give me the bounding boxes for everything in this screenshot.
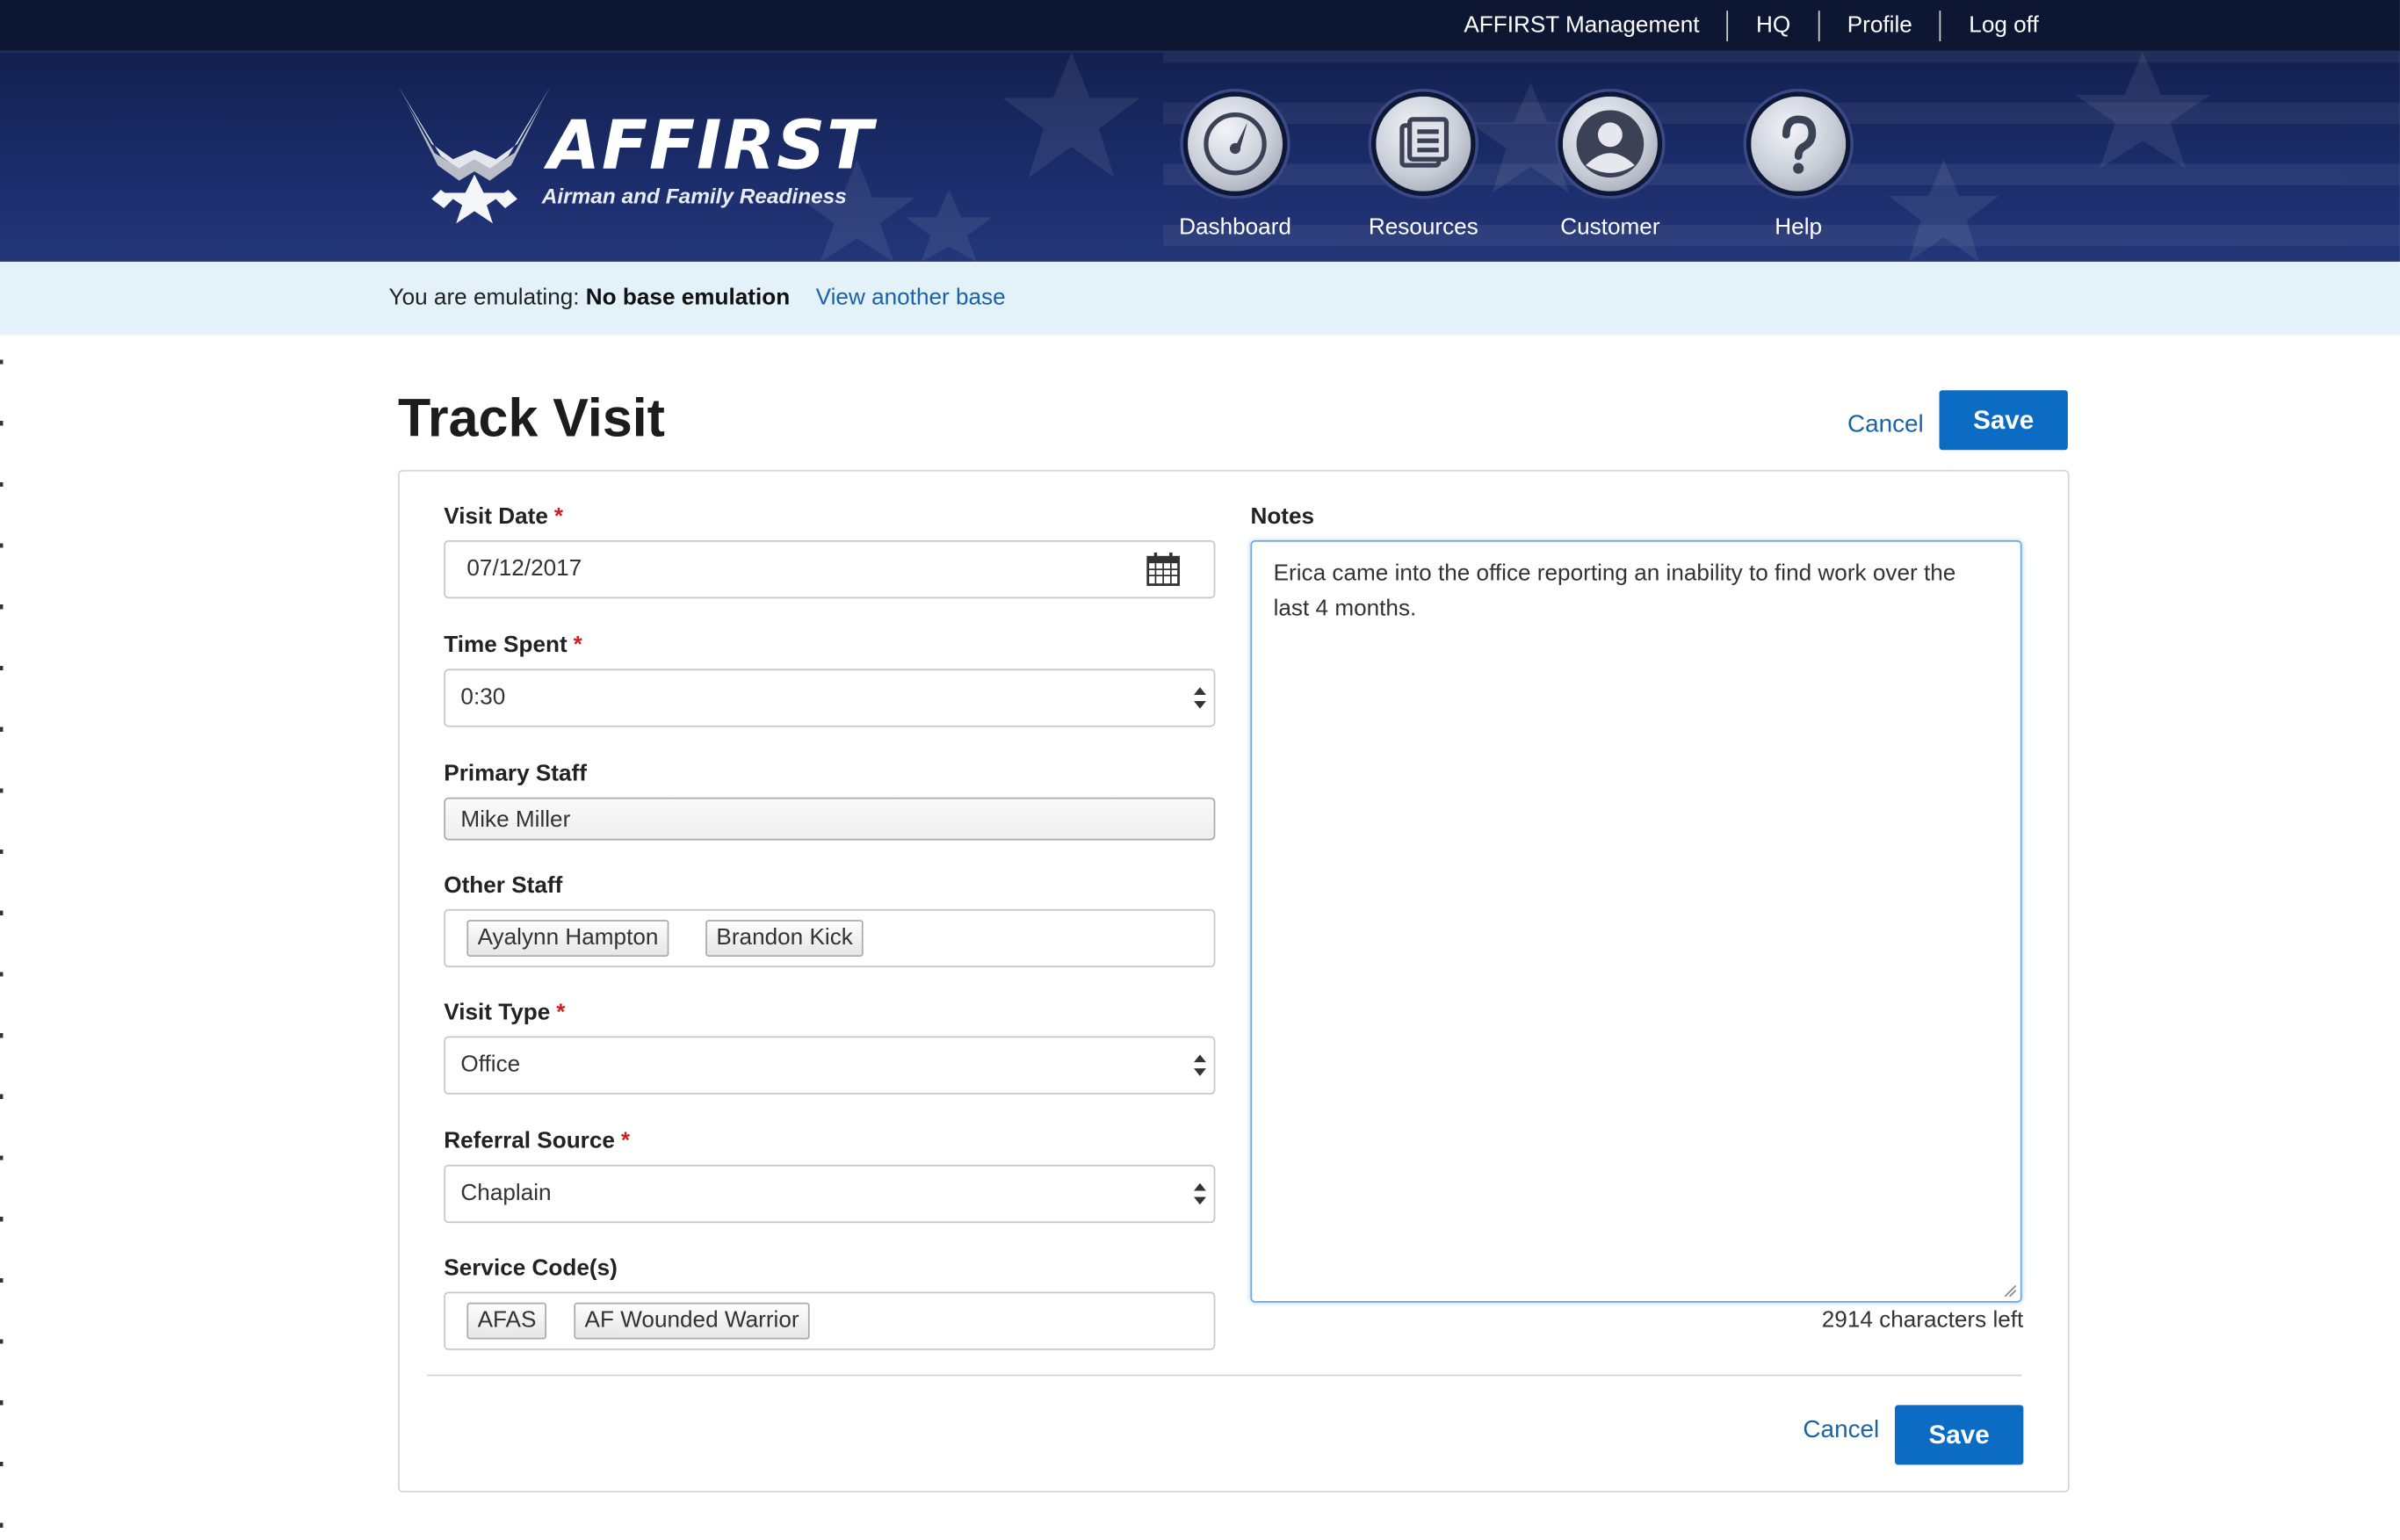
service-codes-label: Service Code(s): [444, 1254, 618, 1282]
nav-resources[interactable]: Resources: [1347, 91, 1500, 241]
nav-label: Customer: [1560, 213, 1660, 241]
nav-customer[interactable]: Customer: [1534, 91, 1687, 241]
save-button-top[interactable]: Save: [1939, 390, 2068, 451]
primary-staff-field[interactable]: Mike Miller: [444, 797, 1216, 841]
nav-label: Help: [1775, 213, 1823, 241]
calendar-icon[interactable]: [1146, 552, 1180, 586]
emulation-value: No base emulation: [585, 285, 791, 311]
visit-type-select[interactable]: Office: [444, 1036, 1216, 1095]
service-codes-field[interactable]: AFAS AF Wounded Warrior: [444, 1291, 1216, 1350]
track-visit-form: Visit Date * 07/12/2017 Time Spent * 0:30 …: [397, 469, 2070, 1493]
left-edge-artifact: [0, 359, 4, 1540]
question-icon: [1746, 91, 1851, 197]
utility-link-profile[interactable]: Profile: [1819, 12, 1940, 39]
brand-name: AFFIRST: [547, 106, 875, 185]
other-staff-field[interactable]: Ayalynn Hampton Brandon Kick: [444, 908, 1216, 968]
documents-icon: [1371, 91, 1476, 197]
select-arrows-icon: [1193, 1182, 1206, 1205]
utility-separator: [1818, 10, 1820, 41]
notes-label: Notes: [1250, 503, 1315, 530]
form-divider: [427, 1374, 2022, 1377]
service-code-tag[interactable]: AFAS: [466, 1302, 547, 1340]
nav-help[interactable]: Help: [1722, 91, 1875, 241]
view-another-base-link[interactable]: View another base: [816, 285, 1006, 311]
page-title: Track Visit: [397, 388, 666, 449]
resize-handle-icon[interactable]: [2004, 1284, 2018, 1298]
utility-bar: AFFIRST Management HQ Profile Log off: [0, 0, 2400, 53]
cancel-link-bottom[interactable]: Cancel: [1803, 1417, 1879, 1444]
visit-type-label: Visit Type *: [444, 999, 566, 1026]
referral-source-select[interactable]: Chaplain: [444, 1164, 1216, 1224]
visit-type-value: Office: [460, 1051, 521, 1078]
visit-date-value: 07/12/2017: [466, 555, 582, 582]
save-button-bottom[interactable]: Save: [1894, 1405, 2024, 1465]
nav-dashboard[interactable]: Dashboard: [1159, 91, 1312, 241]
select-arrows-icon: [1193, 1054, 1206, 1076]
notes-text: Erica came into the office reporting an …: [1273, 560, 1956, 622]
header-banner: AFFIRST Airman and Family Readiness Dash…: [0, 52, 2400, 262]
utility-link-affirst-management[interactable]: AFFIRST Management: [1436, 12, 1727, 39]
select-arrows-icon: [1193, 687, 1206, 709]
characters-left: 2914 characters left: [1821, 1306, 2024, 1334]
visit-date-label: Visit Date *: [444, 503, 564, 530]
notes-textarea[interactable]: Erica came into the office reporting an …: [1250, 540, 2022, 1303]
cancel-link-top[interactable]: Cancel: [1847, 412, 1924, 439]
affirst-logo[interactable]: AFFIRST Airman and Family Readiness: [395, 83, 872, 235]
utility-link-log-off[interactable]: Log off: [1941, 12, 2038, 39]
gauge-icon: [1182, 91, 1288, 197]
utility-link-hq[interactable]: HQ: [1729, 12, 1818, 39]
staff-tag[interactable]: Ayalynn Hampton: [466, 920, 669, 957]
primary-staff-value: Mike Miller: [460, 806, 571, 833]
utility-nav: AFFIRST Management HQ Profile Log off: [1436, 0, 2039, 50]
primary-staff-label: Primary Staff: [444, 760, 587, 787]
time-spent-label: Time Spent *: [444, 632, 582, 659]
time-spent-select[interactable]: 0:30: [444, 669, 1216, 727]
emulation-status: You are emulating: No base emulation: [389, 285, 791, 311]
brand-tagline: Airman and Family Readiness: [541, 184, 847, 208]
referral-source-label: Referral Source *: [444, 1128, 631, 1154]
referral-source-value: Chaplain: [460, 1180, 552, 1206]
nav-label: Dashboard: [1179, 213, 1291, 241]
emulation-bar: You are emulating: No base emulation Vie…: [0, 261, 2400, 336]
emulation-prefix: You are emulating:: [388, 285, 580, 311]
person-icon: [1558, 91, 1663, 197]
nav-label: Resources: [1368, 213, 1478, 241]
staff-tag[interactable]: Brandon Kick: [705, 920, 864, 957]
service-code-tag[interactable]: AF Wounded Warrior: [574, 1302, 810, 1340]
visit-date-input[interactable]: 07/12/2017: [444, 540, 1216, 599]
other-staff-label: Other Staff: [444, 872, 563, 899]
time-spent-value: 0:30: [460, 683, 506, 711]
utility-separator: [1940, 10, 1941, 41]
utility-separator: [1726, 10, 1729, 41]
air-force-wings-icon: [397, 85, 552, 224]
